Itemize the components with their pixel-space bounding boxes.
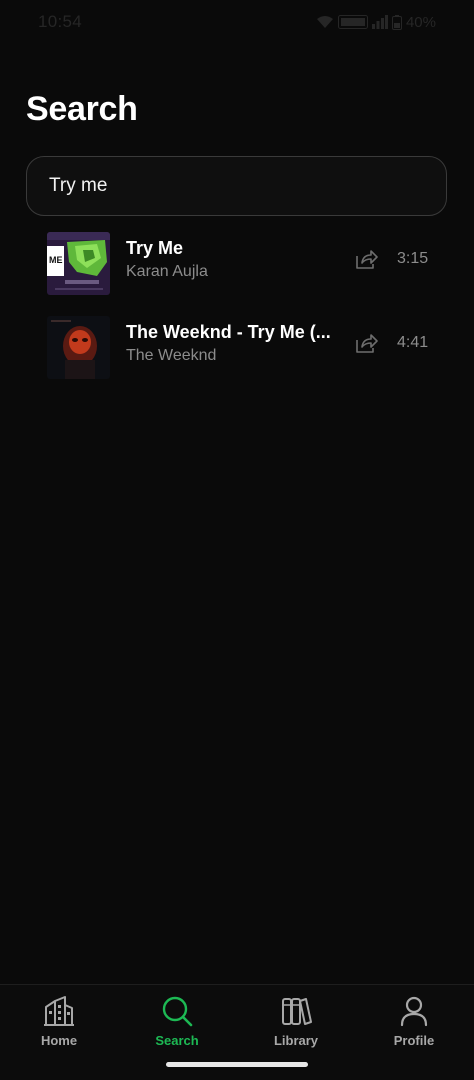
- list-item[interactable]: The Weeknd - Try Me (... The Weeknd 4:41: [0, 310, 474, 394]
- track-duration: 3:15: [397, 250, 429, 267]
- nav-label-home: Home: [40, 1033, 78, 1048]
- search-results-list: ME Try Me Karan Aujla 3:15 The Weeknd - …: [0, 226, 474, 394]
- battery-icon: [391, 14, 402, 30]
- page-title: Search: [26, 90, 138, 128]
- track-artist: Karan Aujla: [126, 263, 208, 280]
- search-screen: 10:54 40% Search Try me ME Try Me Karan …: [0, 0, 474, 1080]
- home-indicator[interactable]: [166, 1062, 308, 1067]
- list-item[interactable]: ME Try Me Karan Aujla 3:15: [0, 226, 474, 310]
- album-cover: [47, 316, 110, 379]
- nav-item-library[interactable]: Library: [251, 995, 341, 1048]
- track-duration: 4:41: [397, 334, 429, 351]
- home-icon: [44, 996, 74, 1026]
- profile-icon: [400, 996, 428, 1027]
- share-icon[interactable]: [354, 332, 378, 354]
- nav-item-search[interactable]: Search: [132, 995, 222, 1048]
- nav-label-search: Search: [155, 1033, 199, 1048]
- status-icons: 40%: [316, 14, 436, 31]
- nav-label-library: Library: [273, 1033, 319, 1048]
- search-icon: [162, 996, 193, 1027]
- status-time: 10:54: [38, 12, 83, 31]
- signal-icon: [371, 15, 388, 29]
- share-icon[interactable]: [354, 248, 378, 270]
- library-icon: [282, 998, 312, 1025]
- wifi-icon: [316, 16, 333, 28]
- track-title: Try Me: [126, 238, 184, 258]
- nav-item-profile[interactable]: Profile: [369, 995, 459, 1048]
- album-cover-text: ME: [49, 255, 63, 265]
- nav-item-home[interactable]: Home: [14, 995, 104, 1048]
- battery-percent: 40%: [405, 13, 436, 31]
- volte-icon: [337, 15, 368, 29]
- track-artist: The Weeknd: [126, 347, 217, 364]
- status-bar: 10:54 40%: [0, 0, 474, 44]
- nav-label-profile: Profile: [393, 1033, 435, 1048]
- track-title: The Weeknd - Try Me (...: [126, 322, 331, 342]
- album-cover: ME: [47, 232, 110, 295]
- search-input[interactable]: [49, 175, 446, 197]
- search-field[interactable]: [26, 156, 447, 216]
